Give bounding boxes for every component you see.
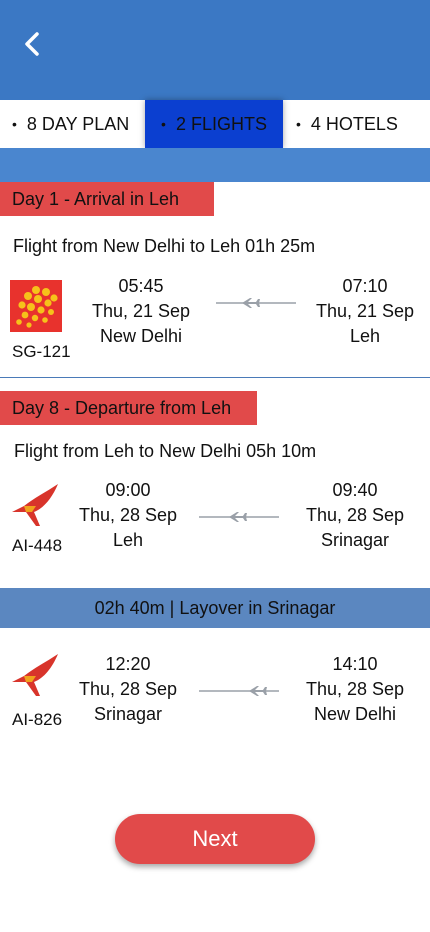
departure-info: 12:20 Thu, 28 Sep Srinagar — [68, 652, 188, 727]
route-summary: Flight from Leh to New Delhi 05h 10m — [14, 441, 317, 461]
day-tag: Day 1 - Arrival in Leh — [0, 182, 214, 216]
flight-segment: AI-448 09:00 Thu, 28 Sep Leh 09:40 Thu, … — [0, 478, 430, 568]
layover-banner: 02h 40m | Layover in Srinagar — [0, 588, 430, 628]
app-header — [0, 0, 430, 100]
air-india-logo-icon — [12, 654, 58, 696]
departure-date: Thu, 28 Sep — [78, 679, 178, 699]
flight-code: AI-826 — [12, 710, 63, 729]
arrival-city: Srinagar — [320, 530, 390, 550]
arrival-time: 09:40 — [332, 480, 378, 500]
tab-day-plan[interactable]: • 8 DAY PLAN — [12, 100, 129, 148]
bullet-icon: • — [12, 116, 17, 132]
header-strip — [0, 148, 430, 182]
bullet-icon: • — [161, 116, 166, 132]
arrival-city: New Delhi — [313, 704, 397, 724]
section-divider — [0, 377, 430, 378]
arrival-time: 14:10 — [332, 654, 378, 674]
bullet-icon: • — [296, 116, 301, 132]
arrival-city: Leh — [349, 326, 381, 346]
departure-city: Srinagar — [93, 704, 163, 724]
route-summary: Flight from New Delhi to Leh 01h 25m — [13, 236, 316, 256]
next-button[interactable]: Next — [115, 814, 315, 864]
flight-code: AI-448 — [12, 536, 63, 555]
departure-info: 05:45 Thu, 21 Sep New Delhi — [80, 274, 202, 349]
arrival-date: Thu, 28 Sep — [305, 679, 405, 699]
departure-date: Thu, 21 Sep — [91, 301, 191, 321]
day-tag: Day 8 - Departure from Leh — [0, 391, 257, 425]
tab-flights[interactable]: • 2 FLIGHTS — [145, 100, 283, 148]
plane-icon — [199, 512, 279, 522]
plane-icon — [216, 298, 296, 308]
flight-segment: SG-121 05:45 Thu, 21 Sep New Delhi 07:10… — [0, 272, 430, 372]
arrival-date: Thu, 21 Sep — [315, 301, 415, 321]
flight-code: SG-121 — [12, 342, 71, 361]
departure-city: New Delhi — [99, 326, 183, 346]
spicejet-logo-icon — [10, 280, 62, 332]
departure-time: 09:00 — [105, 480, 151, 500]
departure-time: 05:45 — [118, 276, 164, 296]
arrival-info: 07:10 Thu, 21 Sep Leh — [306, 274, 424, 349]
flight-segment: AI-826 12:20 Thu, 28 Sep Srinagar 14:10 … — [0, 652, 430, 742]
departure-info: 09:00 Thu, 28 Sep Leh — [68, 478, 188, 553]
departure-date: Thu, 28 Sep — [78, 505, 178, 525]
chevron-left-icon — [25, 32, 39, 56]
plane-icon — [199, 686, 279, 696]
arrival-info: 09:40 Thu, 28 Sep Srinagar — [296, 478, 414, 553]
flights-content: Day 1 - Arrival in Leh Flight from New D… — [0, 182, 430, 932]
arrival-info: 14:10 Thu, 28 Sep New Delhi — [296, 652, 414, 727]
air-india-logo-icon — [12, 484, 58, 526]
tab-hotels[interactable]: • 4 HOTELS — [296, 100, 398, 148]
tab-flights-label: 2 FLIGHTS — [175, 113, 267, 134]
arrival-date: Thu, 28 Sep — [305, 505, 405, 525]
tab-hotels-label: 4 HOTELS — [310, 113, 398, 134]
departure-time: 12:20 — [105, 654, 151, 674]
arrival-time: 07:10 — [342, 276, 388, 296]
tab-day-plan-label: 8 DAY PLAN — [26, 113, 130, 134]
tab-bar: • 8 DAY PLAN • 2 FLIGHTS • 4 HOTELS — [0, 100, 430, 148]
back-button[interactable] — [18, 28, 46, 60]
departure-city: Leh — [112, 530, 144, 550]
